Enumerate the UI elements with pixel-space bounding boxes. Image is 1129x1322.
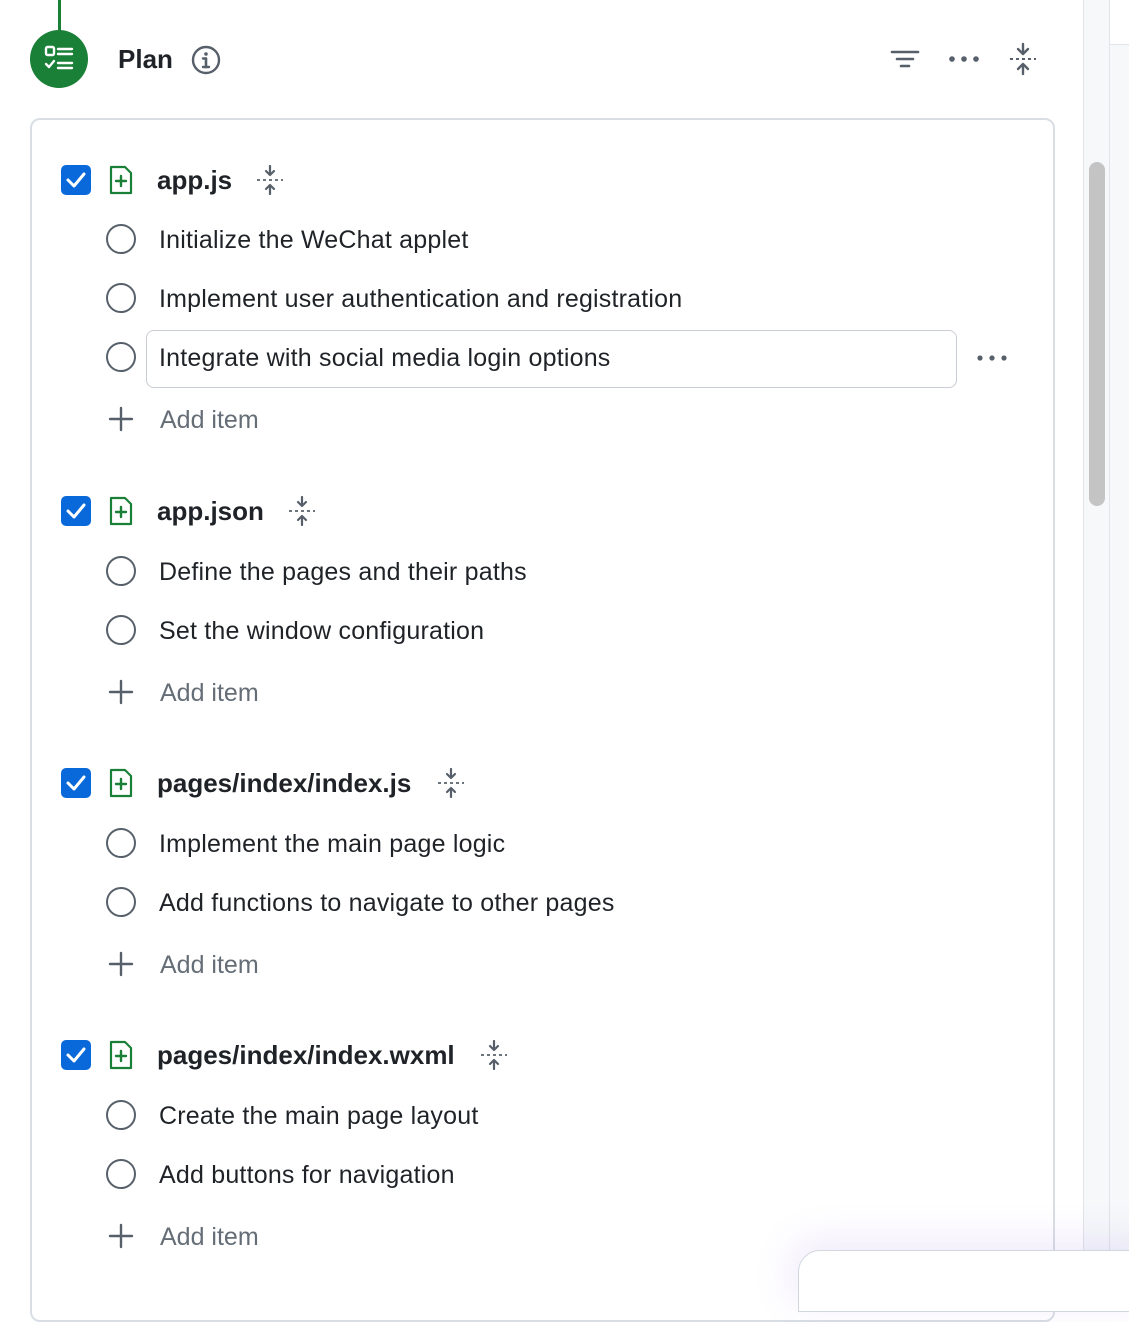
page-title: Plan	[118, 44, 173, 74]
item-checkbox[interactable]	[106, 1100, 136, 1130]
list-item[interactable]: Integrate with social media login option…	[159, 344, 611, 373]
file-name[interactable]: pages/index/index.wxml	[157, 1040, 455, 1071]
file-name[interactable]: pages/index/index.js	[157, 768, 411, 799]
file-added-icon	[108, 1040, 134, 1070]
kebab-horizontal-icon[interactable]	[974, 342, 1010, 374]
gutter-tab	[1110, 0, 1129, 45]
item-checkbox[interactable]	[106, 887, 136, 917]
gutter-divider	[1109, 0, 1110, 1280]
file-checkbox[interactable]	[61, 165, 91, 195]
timeline-line	[58, 0, 61, 32]
list-item[interactable]: Initialize the WeChat applet	[159, 226, 468, 255]
list-item[interactable]: Implement the main page logic	[159, 830, 505, 859]
file-checkbox[interactable]	[61, 1040, 91, 1070]
list-item[interactable]: Implement user authentication and regist…	[159, 285, 682, 314]
fold-icon[interactable]	[479, 1039, 509, 1071]
file-checkbox[interactable]	[61, 496, 91, 526]
item-checkbox[interactable]	[106, 615, 136, 645]
item-checkbox[interactable]	[106, 342, 136, 372]
item-checkbox[interactable]	[106, 1159, 136, 1189]
file-name[interactable]: app.js	[157, 165, 232, 196]
item-checkbox[interactable]	[106, 556, 136, 586]
list-item[interactable]: Define the pages and their paths	[159, 558, 527, 587]
file-added-icon	[108, 165, 134, 195]
kebab-horizontal-icon[interactable]	[947, 42, 981, 76]
list-item[interactable]: Set the window configuration	[159, 617, 484, 646]
item-checkbox[interactable]	[106, 224, 136, 254]
file-checkbox[interactable]	[61, 768, 91, 798]
item-checkbox[interactable]	[106, 828, 136, 858]
add-item-button[interactable]: Add item	[160, 679, 259, 708]
add-item-button[interactable]: Add item	[160, 1223, 259, 1252]
fold-icon[interactable]	[436, 767, 466, 799]
info-icon[interactable]	[190, 44, 222, 76]
list-item[interactable]: Add functions to navigate to other pages	[159, 889, 615, 918]
plus-icon[interactable]	[108, 406, 134, 432]
list-item[interactable]: Create the main page layout	[159, 1102, 479, 1131]
checklist-icon	[30, 30, 88, 88]
item-checkbox[interactable]	[106, 283, 136, 313]
plus-icon[interactable]	[108, 679, 134, 705]
scrollbar-thumb[interactable]	[1089, 162, 1105, 506]
floating-panel	[798, 1250, 1129, 1312]
file-added-icon	[108, 768, 134, 798]
plus-icon[interactable]	[108, 1223, 134, 1249]
file-name[interactable]: app.json	[157, 496, 264, 527]
fold-icon[interactable]	[1006, 42, 1040, 76]
file-added-icon	[108, 496, 134, 526]
add-item-button[interactable]: Add item	[160, 406, 259, 435]
list-item[interactable]: Add buttons for navigation	[159, 1161, 455, 1190]
fold-icon[interactable]	[255, 164, 285, 196]
fold-icon[interactable]	[287, 495, 317, 527]
filter-icon[interactable]	[888, 42, 922, 76]
add-item-button[interactable]: Add item	[160, 951, 259, 980]
plus-icon[interactable]	[108, 951, 134, 977]
